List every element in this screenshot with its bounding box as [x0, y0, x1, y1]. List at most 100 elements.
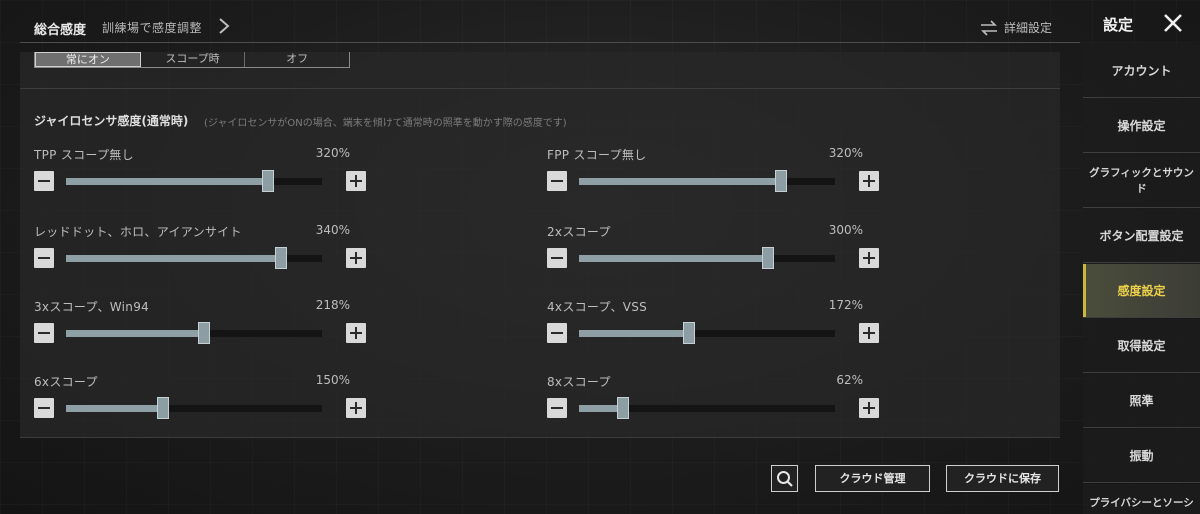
slider-thumb[interactable] [157, 397, 169, 419]
increase-button[interactable] [346, 171, 366, 191]
sidebar-item-label: 照準 [1129, 393, 1154, 408]
slider-thumb[interactable] [262, 170, 274, 192]
slider-value: 172% [828, 298, 863, 312]
chevron-right-icon[interactable] [216, 16, 232, 36]
slider-track[interactable] [579, 170, 835, 192]
slider-track[interactable] [66, 322, 322, 344]
sidebar-item-label: ボタン配置設定 [1099, 228, 1184, 243]
slider-value: 320% [828, 146, 863, 160]
decrease-button[interactable] [34, 171, 54, 191]
slider-track[interactable] [66, 397, 322, 419]
sidebar-item-privacy[interactable]: プライバシーとソーシャル [1083, 484, 1200, 514]
slider-track[interactable] [66, 170, 322, 192]
close-icon[interactable] [1162, 12, 1184, 34]
section-divider [20, 88, 1060, 89]
slider-fill [66, 405, 163, 412]
search-button[interactable] [771, 465, 798, 492]
slider-value: 150% [315, 373, 350, 387]
slider-value: 340% [315, 223, 350, 237]
slider-fill [66, 178, 268, 185]
sensitivity-slider: 8xスコープ 62% [547, 373, 879, 433]
decrease-button[interactable] [34, 248, 54, 268]
slider-value: 62% [836, 373, 863, 387]
slider-label: レッドドット、ホロ、アイアンサイト [34, 225, 242, 239]
slider-value: 320% [315, 146, 350, 160]
slider-label: FPP スコープ無し [547, 148, 647, 162]
sidebar-item-label: アカウント [1111, 63, 1172, 78]
slider-label: 6xスコープ [34, 375, 98, 389]
slider-value: 300% [828, 223, 863, 237]
search-icon [777, 471, 793, 487]
increase-button[interactable] [859, 171, 879, 191]
divider [20, 42, 1080, 43]
decrease-button[interactable] [547, 323, 567, 343]
sidebar-item-label: プライバシーとソーシャル [1089, 496, 1194, 514]
sidebar-item-graphics-sound[interactable]: グラフィックとサウンド [1083, 154, 1200, 208]
decrease-button[interactable] [547, 248, 567, 268]
slider-thumb[interactable] [762, 247, 774, 269]
sidebar-item-account[interactable]: アカウント [1083, 44, 1200, 98]
sensitivity-slider: TPP スコープ無し 320% [34, 146, 366, 206]
increase-button[interactable] [859, 398, 879, 418]
swap-arrows-icon [981, 19, 997, 36]
slider-label: 8xスコープ [547, 375, 611, 389]
slider-label: TPP スコープ無し [34, 148, 134, 162]
segment-off[interactable]: オフ [245, 52, 349, 67]
breadcrumb-current: 総合感度 [34, 23, 87, 38]
increase-button[interactable] [859, 248, 879, 268]
sidebar-item-label: 振動 [1129, 448, 1154, 463]
slider-thumb[interactable] [275, 247, 287, 269]
increase-button[interactable] [346, 248, 366, 268]
cloud-save-button[interactable]: クラウドに保存 [946, 465, 1059, 492]
cloud-manage-button[interactable]: クラウド管理 [815, 465, 930, 492]
slider-fill [579, 330, 689, 337]
decrease-button[interactable] [547, 398, 567, 418]
increase-button[interactable] [346, 398, 366, 418]
sidebar-item-layout[interactable]: ボタン配置設定 [1083, 209, 1200, 263]
section-note: (ジャイロセンサがONの場合、端末を傾けて通常時の照準を動かす際の感度です) [204, 118, 567, 129]
sidebar-item-label: 操作設定 [1117, 118, 1166, 133]
slider-thumb[interactable] [683, 322, 695, 344]
section-title: ジャイロセンサ感度(通常時) [34, 114, 189, 128]
slider-thumb[interactable] [775, 170, 787, 192]
top-bar: 総合感度 訓練場で感度調整 詳細設定 [0, 0, 1080, 52]
breadcrumb-training-link[interactable]: 訓練場で感度調整 [102, 19, 202, 36]
sidebar-item-vibration[interactable]: 振動 [1083, 429, 1200, 483]
panel-divider [20, 437, 1060, 438]
segment-always-on[interactable]: 常にオン [35, 52, 141, 67]
gyro-mode-segment: 常にオン スコープ時 オフ [34, 52, 350, 68]
sensitivity-slider: 3xスコープ、Win94 218% [34, 298, 366, 358]
slider-label: 2xスコープ [547, 225, 611, 239]
slider-track[interactable] [66, 247, 322, 269]
decrease-button[interactable] [547, 171, 567, 191]
advanced-settings-button[interactable]: 詳細設定 [980, 19, 1052, 36]
slider-track[interactable] [579, 322, 835, 344]
decrease-button[interactable] [34, 323, 54, 343]
settings-sidebar: アカウント 操作設定 グラフィックとサウンド ボタン配置設定 感度設定 取得設定… [1083, 44, 1200, 514]
sidebar-item-pickup[interactable]: 取得設定 [1083, 319, 1200, 373]
sensitivity-slider: FPP スコープ無し 320% [547, 146, 879, 206]
sensitivity-panel: 常にオン スコープ時 オフ ジャイロセンサ感度(通常時) (ジャイロセンサがON… [20, 52, 1060, 438]
slider-thumb[interactable] [617, 397, 629, 419]
slider-fill [579, 178, 781, 185]
sidebar-item-label: 感度設定 [1117, 283, 1166, 298]
sensitivity-slider: 2xスコープ 300% [547, 223, 879, 283]
increase-button[interactable] [346, 323, 366, 343]
sidebar-item-aim[interactable]: 照準 [1083, 374, 1200, 428]
slider-label: 3xスコープ、Win94 [34, 300, 150, 314]
sidebar-item-sensitivity[interactable]: 感度設定 [1083, 264, 1200, 318]
slider-thumb[interactable] [198, 322, 210, 344]
sensitivity-slider: レッドドット、ホロ、アイアンサイト 340% [34, 223, 366, 283]
sensitivity-slider: 6xスコープ 150% [34, 373, 366, 433]
slider-fill [66, 330, 204, 337]
slider-track[interactable] [579, 247, 835, 269]
increase-button[interactable] [859, 323, 879, 343]
slider-value: 218% [315, 298, 350, 312]
decrease-button[interactable] [34, 398, 54, 418]
slider-track[interactable] [579, 397, 835, 419]
slider-label: 4xスコープ、VSS [547, 300, 648, 314]
sidebar-item-controls[interactable]: 操作設定 [1083, 99, 1200, 153]
sidebar-item-label: 取得設定 [1117, 338, 1166, 353]
segment-scope[interactable]: スコープ時 [141, 52, 246, 67]
sidebar-item-label: グラフィックとサウンド [1089, 166, 1194, 195]
